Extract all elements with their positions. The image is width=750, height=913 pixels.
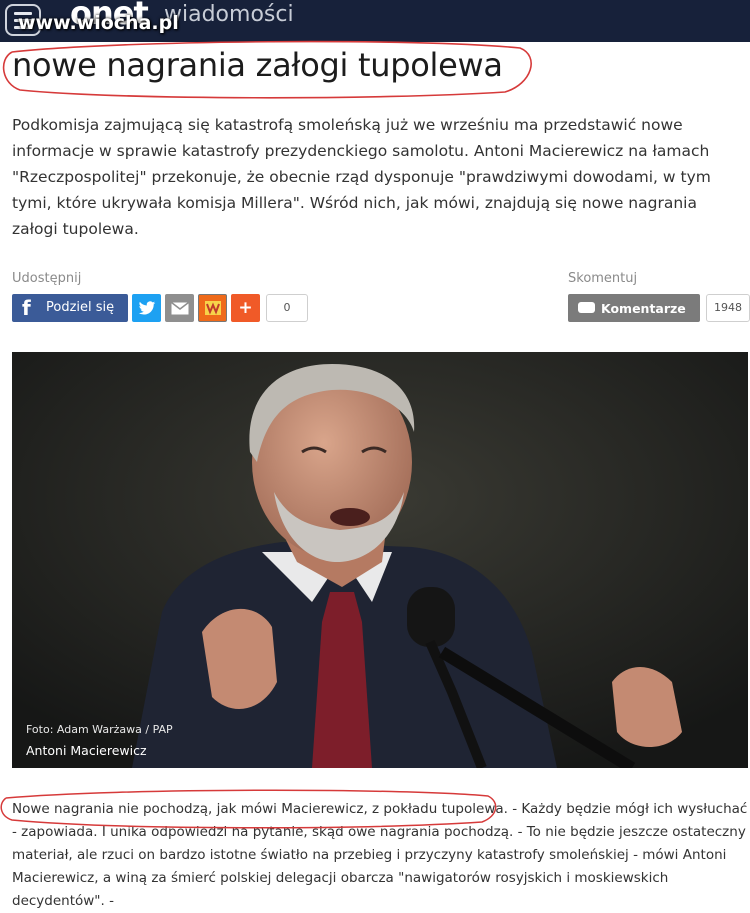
article-photo[interactable]: Foto: Adam Warżawa / PAP Antoni Macierew… [12,352,748,768]
portrait-illustration [12,352,748,768]
title-highlight-ellipse [2,40,532,99]
email-share-button[interactable] [165,294,194,322]
facebook-icon: f [22,296,31,320]
share-count: 0 [266,294,308,322]
comment-bubble-icon [578,302,595,313]
more-share-button[interactable]: + [231,294,260,322]
comments-button-label: Komentarze [601,301,686,316]
watermark: www.wiocha.pl [18,12,179,34]
comments-button[interactable]: Komentarze [568,294,700,322]
section-name[interactable]: wiadomości [164,2,294,27]
photo-credit: Foto: Adam Warżawa / PAP [26,723,173,736]
plus-icon: + [238,298,253,318]
share-label: Udostępnij [12,271,82,286]
article-lead: Podkomisja zajmującą się katastrofą smol… [12,116,711,238]
body-highlight-ellipse [0,789,497,829]
twitter-share-button[interactable] [132,294,161,322]
photo-caption: Antoni Macierewicz [26,743,147,758]
facebook-share-button[interactable]: f Podziel się [12,294,128,322]
wykop-icon [204,301,221,315]
twitter-icon [138,301,155,315]
comment-count: 1948 [706,294,750,322]
wykop-share-button[interactable] [198,294,227,322]
comment-label: Skomentuj [568,271,638,286]
email-icon [170,301,189,315]
facebook-share-label: Podziel się [46,300,115,315]
top-bar: onet wiadomości www.wiocha.pl [0,0,750,42]
